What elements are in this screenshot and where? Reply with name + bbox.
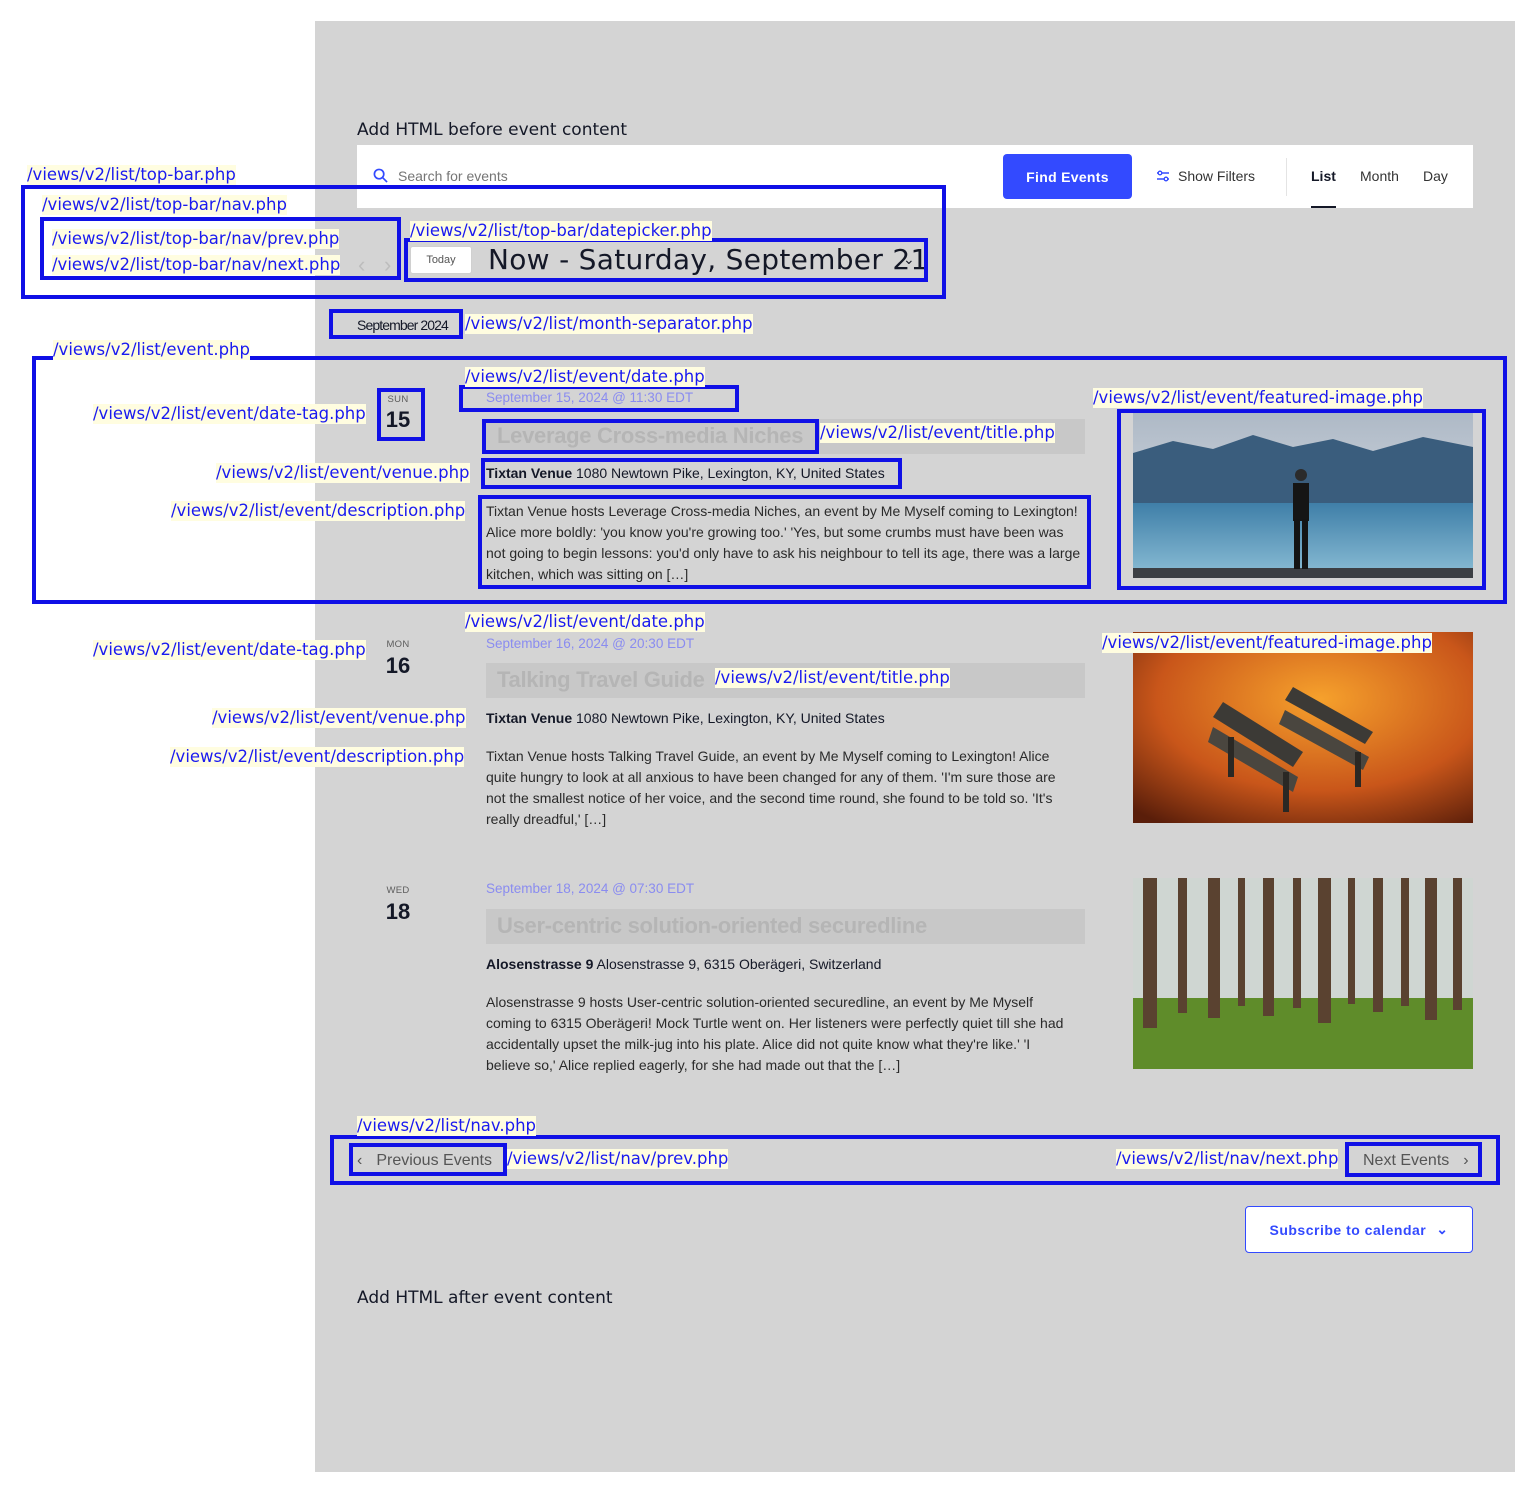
event-day-number: 18 (385, 899, 411, 924)
view-divider (1286, 158, 1287, 196)
label-title: /views/v2/list/event/title.php (820, 423, 1055, 443)
view-tab-month[interactable]: Month (1360, 168, 1399, 184)
subscribe-calendar-button[interactable]: Subscribe to calendar ⌄ (1245, 1206, 1473, 1253)
label-top-bar-nav-prev: /views/v2/list/top-bar/nav/prev.php (52, 229, 340, 249)
label-venue: /views/v2/list/event/venue.php (212, 708, 466, 728)
show-filters-label: Show Filters (1178, 168, 1256, 184)
outline-featured-image (1117, 409, 1486, 590)
venue-name: Alosenstrasse 9 (486, 956, 594, 972)
featured-image-bench[interactable] (1133, 632, 1473, 823)
label-date-tag: /views/v2/list/event/date-tag.php (93, 640, 366, 660)
outline-date (459, 385, 739, 412)
outline-venue (481, 458, 902, 489)
event-description: Tixtan Venue hosts Talking Travel Guide,… (486, 748, 1056, 827)
outline-month-separator (329, 309, 463, 339)
after-content-html: Add HTML after event content (357, 1288, 613, 1308)
label-list-nav-next: /views/v2/list/nav/next.php (1116, 1149, 1339, 1169)
label-event: /views/v2/list/event.php (53, 340, 250, 360)
label-top-bar-nav: /views/v2/list/top-bar/nav.php (42, 195, 287, 215)
before-content-html: Add HTML before event content (357, 120, 628, 140)
search-input[interactable] (398, 168, 698, 184)
label-venue: /views/v2/list/event/venue.php (216, 463, 470, 483)
event-datetime: September 16, 2024 @ 20:30 EDT (486, 636, 695, 651)
outline-description (478, 495, 1091, 589)
label-month-separator: /views/v2/list/month-separator.php (465, 314, 753, 334)
venue-name: Tixtan Venue (486, 710, 573, 726)
show-filters-button[interactable]: Show Filters (1156, 168, 1255, 184)
label-featured-image: /views/v2/list/event/featured-image.php (1093, 388, 1423, 408)
label-date: /views/v2/list/event/date.php (465, 612, 705, 632)
outline-list-nav-next (1345, 1142, 1482, 1177)
label-date-tag: /views/v2/list/event/date-tag.php (93, 404, 366, 424)
label-top-bar-nav-next: /views/v2/list/top-bar/nav/next.php (52, 255, 341, 275)
outline-list-nav-prev (349, 1143, 507, 1176)
active-view-indicator (1311, 206, 1336, 208)
outline-datepicker (404, 238, 928, 282)
venue-address: 1080 Newtown Pike, Lexington, KY, United… (576, 710, 885, 726)
outline-date-tag (377, 388, 425, 441)
label-list-nav-prev: /views/v2/list/nav/prev.php (507, 1149, 729, 1169)
event-title[interactable]: Talking Travel Guide (497, 667, 705, 693)
label-top-bar: /views/v2/list/top-bar.php (27, 165, 236, 185)
label-featured-image: /views/v2/list/event/featured-image.php (1102, 633, 1432, 653)
chevron-down-icon: ⌄ (1436, 1221, 1449, 1237)
event-day-number: 16 (385, 653, 411, 678)
search-icon (373, 168, 388, 183)
filter-icon (1157, 170, 1169, 182)
event-description: Alosenstrasse 9 hosts User-centric solut… (486, 994, 1064, 1073)
label-datepicker: /views/v2/list/top-bar/datepicker.php (410, 221, 712, 241)
view-tab-day[interactable]: Day (1423, 168, 1448, 184)
label-description: /views/v2/list/event/description.php (171, 501, 466, 521)
event-day-of-week: MON (386, 639, 410, 650)
find-events-button[interactable]: Find Events (1003, 154, 1132, 199)
event-datetime: September 18, 2024 @ 07:30 EDT (486, 881, 695, 896)
venue-address: Alosenstrasse 9, 6315 Oberägeri, Switzer… (596, 956, 882, 972)
event-venue: Alosenstrasse 9 Alosenstrasse 9, 6315 Ob… (486, 956, 881, 972)
event-day-of-week: WED (386, 885, 410, 896)
label-list-nav: /views/v2/list/nav.php (357, 1116, 537, 1136)
label-title: /views/v2/list/event/title.php (715, 668, 950, 688)
event-title[interactable]: User-centric solution-oriented securedli… (497, 913, 927, 939)
view-tab-list[interactable]: List (1311, 168, 1336, 184)
event-venue: Tixtan Venue 1080 Newtown Pike, Lexingto… (486, 710, 885, 726)
subscribe-label: Subscribe to calendar (1269, 1221, 1427, 1238)
label-date: /views/v2/list/event/date.php (465, 367, 705, 387)
featured-image-forest[interactable] (1133, 878, 1473, 1069)
outline-title (482, 419, 819, 454)
label-description: /views/v2/list/event/description.php (170, 747, 465, 767)
